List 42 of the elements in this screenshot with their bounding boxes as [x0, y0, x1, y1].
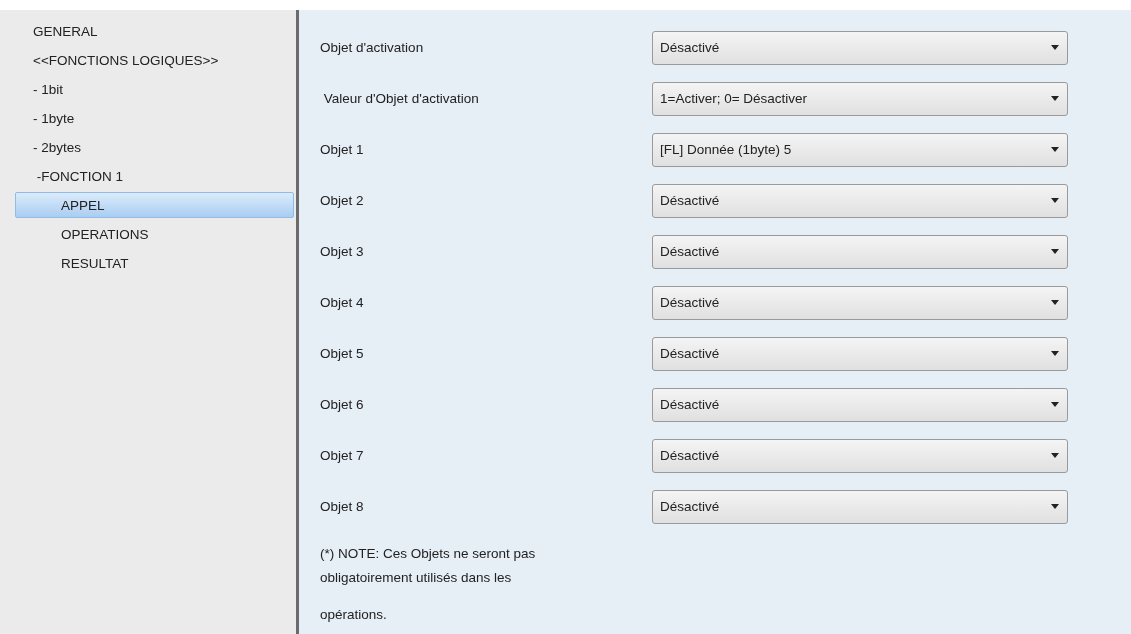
caret-icon	[1051, 300, 1059, 305]
note-text: opérations.	[320, 606, 388, 624]
caret-icon	[1051, 402, 1059, 407]
note-text: (*) NOTE: Ces Objets ne seront pas	[320, 545, 537, 563]
caret-icon	[1051, 96, 1059, 101]
caret-icon	[1051, 351, 1059, 356]
dropdown[interactable]: 1=Activer; 0= Désactiver	[652, 81, 1068, 116]
dropdown[interactable]: Désactivé	[652, 489, 1068, 524]
parameter-label: Objet 1	[320, 142, 365, 157]
parameter-label: Valeur d'Objet d'activation	[322, 91, 480, 106]
tree-item[interactable]: <<FONCTIONS LOGIQUES>>	[15, 47, 294, 73]
parameter-label: Objet 4	[320, 295, 365, 310]
caret-icon	[1051, 453, 1059, 458]
tree-item[interactable]: -FONCTION 1	[15, 163, 294, 189]
dropdown[interactable]: Désactivé	[652, 234, 1068, 269]
parameter-label: Objet 5	[320, 346, 365, 361]
note-text: obligatoirement utilisés dans les	[320, 569, 513, 587]
tree-item[interactable]: APPEL	[15, 192, 294, 218]
parameter-label: Objet d'activation	[320, 40, 425, 55]
dropdown[interactable]: [FL] Donnée (1byte) 5	[652, 132, 1068, 167]
tree-item[interactable]: RESULTAT	[15, 250, 294, 276]
parameter-label: Objet 7	[320, 448, 365, 463]
tree-item[interactable]: - 1byte	[15, 105, 294, 131]
caret-icon	[1051, 249, 1059, 254]
tree-item[interactable]: - 2bytes	[15, 134, 294, 160]
parameter-label: Objet 8	[320, 499, 365, 514]
caret-icon	[1051, 198, 1059, 203]
parameter-label: Objet 6	[320, 397, 365, 412]
caret-icon	[1051, 45, 1059, 50]
dropdown[interactable]: Désactivé	[652, 183, 1068, 218]
tree-item[interactable]: GENERAL	[15, 18, 294, 44]
caret-icon	[1051, 147, 1059, 152]
tree-item[interactable]: OPERATIONS	[15, 221, 294, 247]
dropdown[interactable]: Désactivé	[652, 438, 1068, 473]
dropdown[interactable]: Désactivé	[652, 387, 1068, 422]
parameter-label: Objet 3	[320, 244, 365, 259]
parameter-label: Objet 2	[320, 193, 365, 208]
dropdown[interactable]: Désactivé	[652, 336, 1068, 371]
dropdown[interactable]: Désactivé	[652, 30, 1068, 65]
caret-icon	[1051, 504, 1059, 509]
dropdown[interactable]: Désactivé	[652, 285, 1068, 320]
tree-item[interactable]: - 1bit	[15, 76, 294, 102]
